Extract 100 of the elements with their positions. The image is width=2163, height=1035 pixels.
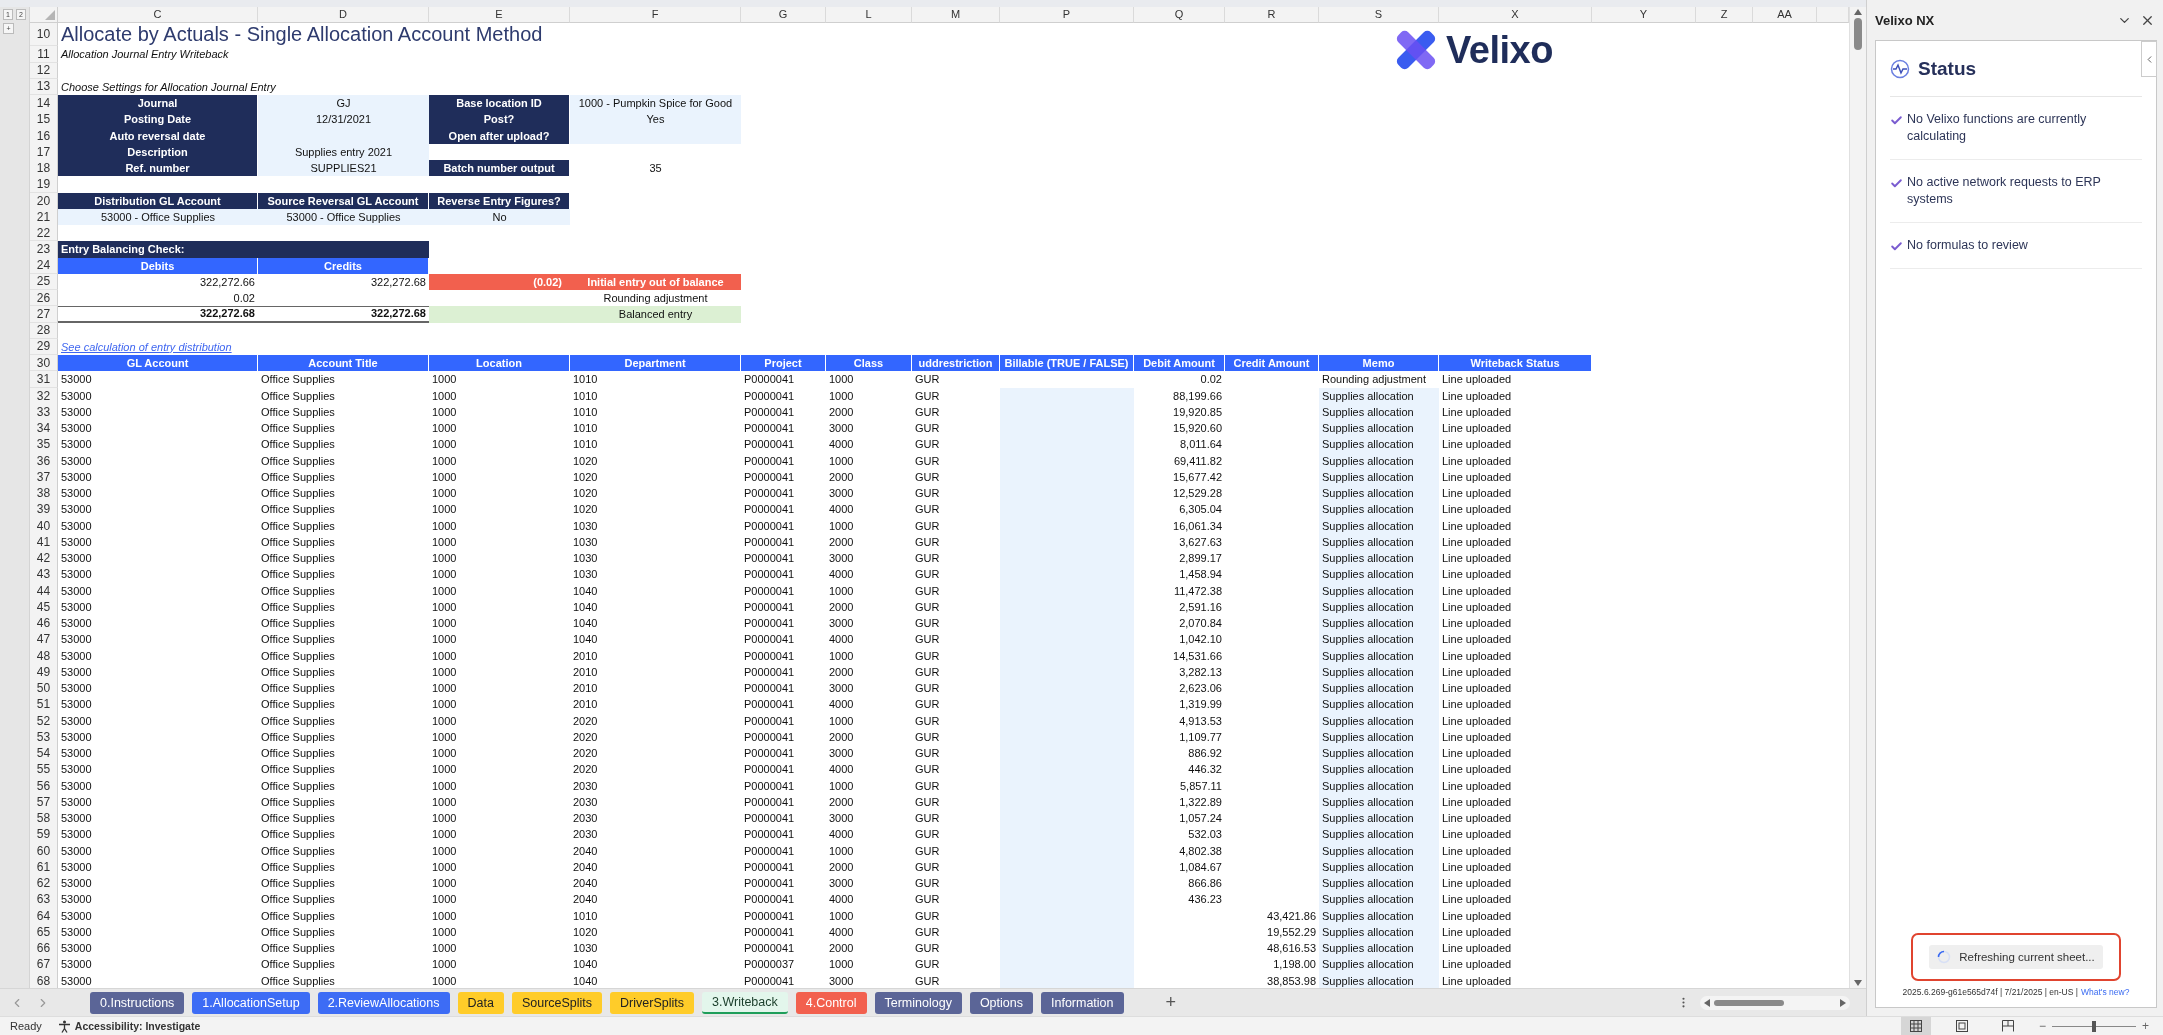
table-cell-text: 1000 [431,973,458,988]
column-header[interactable]: S [1319,7,1439,24]
table-cell-text: GUR [914,372,941,388]
column-header[interactable]: Y [1592,7,1696,24]
column-header[interactable]: G [741,7,826,24]
grid-icon [1909,1020,1922,1032]
scroll-thumb[interactable] [1854,18,1862,50]
row-header[interactable]: 22 [30,225,58,242]
column-header[interactable]: Q [1134,7,1225,24]
table-cell-text: 1030 [572,567,599,583]
row-header[interactable]: 26 [30,290,58,307]
row-header[interactable]: 10 [30,23,58,47]
row-header[interactable]: 35 [30,436,58,454]
arrow-up-icon[interactable] [1854,9,1862,15]
check-icon [1890,240,1903,253]
table-cell-text: 1010 [572,372,599,388]
column-header[interactable]: X [1439,7,1592,24]
table-cell-text: 3000 [828,973,855,988]
table-cell-text: Line uploaded [1441,372,1513,388]
column-header[interactable]: M [912,7,1000,24]
row-header[interactable]: 27 [30,306,58,323]
column-header[interactable]: P [1000,7,1134,24]
zoom-slider-thumb[interactable] [2092,1020,2096,1032]
column-header[interactable]: R [1225,7,1319,24]
column-header[interactable]: AA [1753,7,1817,24]
row-header[interactable]: 11 [30,46,58,63]
table-cell-text: P0000041 [743,778,796,794]
link[interactable]: See calculation of entry distribution [58,338,429,355]
table-cell-text: 2000 [828,469,855,485]
column-header[interactable]: E [429,7,570,24]
vertical-scrollbar[interactable] [1849,7,1866,988]
table-cell-text: Line uploaded [1441,794,1513,810]
scroll-thumb[interactable] [1714,999,1784,1006]
row-header[interactable]: 51 [30,696,58,714]
sheet-tab[interactable]: 0.Instructions [90,991,185,1014]
sheet-tab[interactable]: 2.ReviewAllocations [317,991,450,1014]
table-cell-text: 53000 [60,892,93,908]
sheet-tab[interactable]: 1.AllocationSetup [192,991,310,1014]
row-header[interactable]: 67 [30,956,58,974]
arrow-right-icon[interactable] [1840,998,1846,1007]
table-cell-text: 53000 [60,404,93,420]
row-header[interactable]: 19 [30,176,58,193]
sheet-tab[interactable]: Data [457,991,504,1014]
table-cell-text: GUR [914,486,941,501]
accessibility-status[interactable]: Accessibility: Investigate [74,1020,201,1032]
row-header[interactable]: 43 [30,566,58,584]
zoom-in-button[interactable]: + [2142,1019,2149,1033]
column-header[interactable]: D [258,7,429,24]
row-header[interactable]: 39 [30,501,58,519]
table-cell-text: Line uploaded [1441,876,1513,891]
arrow-left-icon[interactable] [1704,998,1710,1007]
row-header[interactable]: 47 [30,631,58,649]
row-header[interactable]: 31 [30,371,58,388]
table-cell-text: P0000041 [743,697,796,713]
table-cell-text: GUR [914,892,941,908]
table-cell-text: 532.03 [1187,827,1223,843]
table-cell-text: Rounding adjustment [602,291,709,306]
column-header[interactable]: C [58,7,258,24]
table-cell: Supplies allocation [1319,631,1439,649]
sheet-tab[interactable]: SourceSplits [511,991,603,1014]
table-cell-text: 2020 [572,713,599,729]
sheet-tab[interactable]: Terminology [874,991,962,1014]
arrow-down-icon[interactable] [1854,980,1862,986]
table-cell-text: GUR [914,941,941,956]
column-header[interactable]: L [826,7,912,24]
row-header[interactable]: 63 [30,891,58,909]
table-cell-text: 3000 [828,681,855,696]
row-header[interactable]: 55 [30,761,58,779]
row-header[interactable]: 59 [30,826,58,844]
row-header[interactable]: 15 [30,111,58,129]
add-sheet-button[interactable]: + [1161,992,1181,1013]
view-button[interactable] [1900,1017,1931,1035]
table-cell-text: P0000037 [743,957,796,973]
table-cell-text: 6,305.04 [1178,502,1223,518]
table-cell-text: 3,627.63 [1178,534,1223,550]
row-header[interactable]: 23 [30,241,58,259]
table-cell-text: 1010 [572,437,599,453]
table-cell-text: P0000041 [743,502,796,518]
sheet-tab[interactable]: Information [1041,991,1124,1014]
table-cell-text: Office Supplies [260,453,336,469]
zoom-out-button[interactable]: − [2038,1019,2046,1033]
column-header[interactable]: Z [1696,7,1753,24]
table-cell-text: 1000 [431,843,458,859]
table-cell-text: 53000 [60,746,93,761]
table-cell-text: GUR [914,859,941,875]
table-cell-text: 1,042.10 [1178,632,1223,648]
table-cell-text: P0000041 [743,843,796,859]
link[interactable]: What's new? [2080,987,2130,997]
table-cell-text: P0000041 [743,924,796,940]
table-cell-text: P0000041 [743,616,796,631]
table-cell-text: GUR [914,811,941,826]
horizontal-scrollbar[interactable] [1700,995,1850,1010]
table-cell-text: 2030 [572,794,599,810]
sheet-tab[interactable]: DriverSplits [610,991,694,1014]
sheet-tab[interactable]: 3.Writeback [702,991,788,1014]
column-header[interactable]: F [570,7,741,24]
row-header[interactable]: 30 [30,355,58,372]
table-cell-text: 2010 [572,697,599,713]
panel-title: Velixo NX [1875,12,1936,28]
sheet-tab[interactable]: Options [969,991,1033,1014]
